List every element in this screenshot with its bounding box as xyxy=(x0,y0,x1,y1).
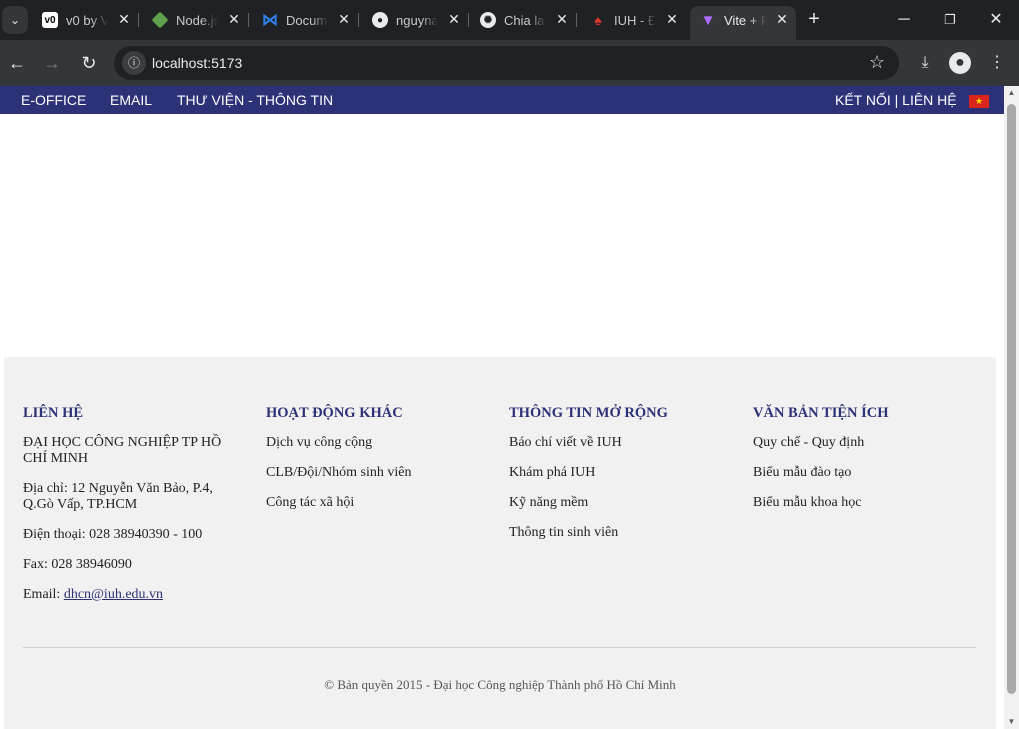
footer-heading: VĂN BẢN TIỆN ÍCH xyxy=(753,405,889,421)
reload-button[interactable]: ↻ xyxy=(77,51,101,75)
new-tab-button[interactable]: + xyxy=(802,8,826,32)
tab-divider xyxy=(358,13,359,27)
site-footer: LIÊN HỆ ĐẠI HỌC CÔNG NGHIỆP TP HỒ CHÍ MI… xyxy=(4,357,996,729)
close-icon[interactable]: ✕ xyxy=(336,11,352,27)
nodejs-icon xyxy=(151,11,169,29)
close-icon[interactable]: ✕ xyxy=(116,11,132,27)
footer-link[interactable]: Báo chí viết về IUH xyxy=(509,435,729,451)
browser-tab[interactable]: ⋈ Documentation ✕ xyxy=(252,6,359,34)
footer-link[interactable]: Công tác xã hội xyxy=(266,495,486,511)
scrollbar-thumb[interactable] xyxy=(1007,104,1016,694)
footer-heading: LIÊN HỆ xyxy=(23,405,84,421)
vertical-scrollbar[interactable]: ▲ ▼ xyxy=(1004,86,1019,729)
back-button[interactable]: ← xyxy=(5,51,29,75)
tab-divider xyxy=(576,13,577,27)
email-link[interactable]: dhcn@iuh.edu.vn xyxy=(64,587,163,602)
tab-title: Chia layout xyxy=(504,13,546,28)
close-icon[interactable]: ✕ xyxy=(226,11,242,27)
browser-tab-strip: ⌄ v0 v0 by Vercel ✕ Node.js ✕ ⋈ Document… xyxy=(0,0,1019,40)
browser-tab[interactable]: ♠ IUH - Đại học ✕ xyxy=(580,6,686,34)
download-icon[interactable]: ⤓ xyxy=(913,51,937,75)
browser-toolbar: ← → ↻ ⓘ localhost:5173 ☆ ⤓ ● ⋮ xyxy=(0,40,1019,86)
iuh-icon: ♠ xyxy=(594,12,602,28)
v0-icon: v0 xyxy=(42,12,58,28)
nav-link-email[interactable]: EMAIL xyxy=(110,92,152,108)
browser-tab[interactable]: ✺ Chia layout ✕ xyxy=(470,6,577,34)
page-viewport: E-OFFICE EMAIL THƯ VIỆN - THÔNG TIN KẾT … xyxy=(0,86,1004,729)
url-text[interactable]: localhost:5173 xyxy=(152,55,242,71)
footer-link[interactable]: Khám phá IUH xyxy=(509,465,729,481)
footer-link[interactable]: Biểu mẫu đào tạo xyxy=(753,465,973,481)
chatgpt-icon: ✺ xyxy=(480,12,496,28)
forward-button[interactable]: → xyxy=(40,51,64,75)
tab-title: v0 by Vercel xyxy=(66,13,108,28)
tab-title: Documentation xyxy=(286,13,328,28)
footer-link[interactable]: Quy chế - Quy định xyxy=(753,435,973,451)
email-line: Email: dhcn@iuh.edu.vn xyxy=(23,587,243,603)
fax-text: Fax: 028 38946090 xyxy=(23,557,132,572)
email-label: Email: xyxy=(23,587,64,602)
chevron-down-icon: ⌄ xyxy=(9,13,21,27)
address-text: Địa chỉ: 12 Nguyễn Văn Bảo, P.4, Q.Gò Vấ… xyxy=(23,481,213,512)
footer-column-extended-info: THÔNG TIN MỞ RỘNG Báo chí viết về IUH Kh… xyxy=(509,405,729,555)
github-icon: ● xyxy=(372,12,388,28)
vite-icon: ▼ xyxy=(700,11,716,29)
top-navigation: E-OFFICE EMAIL THƯ VIỆN - THÔNG TIN KẾT … xyxy=(0,86,1004,114)
tab-divider xyxy=(248,13,249,27)
footer-link[interactable]: Dịch vụ công cộng xyxy=(266,435,486,451)
tab-divider xyxy=(138,13,139,27)
footer-link[interactable]: Biểu mẫu khoa học xyxy=(753,495,973,511)
footer-link[interactable]: Kỹ năng mềm xyxy=(509,495,729,511)
minimize-button[interactable]: ─ xyxy=(889,8,919,32)
tab-title: Vite + React xyxy=(724,13,766,28)
bookmark-star-icon[interactable]: ☆ xyxy=(869,52,885,73)
footer-heading: THÔNG TIN MỞ RỘNG xyxy=(509,405,668,421)
university-name: ĐẠI HỌC CÔNG NGHIỆP TP HỒ CHÍ MINH xyxy=(23,435,222,466)
close-icon[interactable]: ✕ xyxy=(774,11,790,27)
address-bar[interactable]: ⓘ localhost:5173 ☆ xyxy=(114,46,899,80)
browser-tab[interactable]: v0 v0 by Vercel ✕ xyxy=(32,6,139,34)
vscode-icon: ⋈ xyxy=(262,12,278,29)
nav-link-library[interactable]: THƯ VIỆN - THÔNG TIN xyxy=(177,92,333,108)
tab-search-button[interactable]: ⌄ xyxy=(2,6,28,34)
phone-text: Điện thoại: 028 38940390 - 100 xyxy=(23,527,203,542)
tab-title: nguyna xyxy=(396,13,438,28)
close-icon[interactable]: ✕ xyxy=(664,11,680,27)
close-icon[interactable]: ✕ xyxy=(446,11,462,27)
close-icon[interactable]: ✕ xyxy=(554,11,570,27)
vietnam-flag-icon[interactable]: ★ xyxy=(969,95,989,108)
scroll-up-arrow-icon[interactable]: ▲ xyxy=(1004,86,1019,100)
footer-link[interactable]: Thông tin sinh viên xyxy=(509,525,729,541)
tab-title: Node.js xyxy=(176,13,218,28)
kebab-menu-icon[interactable]: ⋮ xyxy=(985,51,1009,75)
nav-link-connect-contact[interactable]: KẾT NỐI | LIÊN HỆ xyxy=(835,92,957,108)
tab-divider xyxy=(468,13,469,27)
window-close-button[interactable]: ✕ xyxy=(981,8,1011,32)
copyright-text: © Bản quyền 2015 - Đại học Công nghiệp T… xyxy=(324,677,676,692)
footer-column-activities: HOẠT ĐỘNG KHÁC Dịch vụ công cộng CLB/Đội… xyxy=(266,405,486,525)
footer-column-documents: VĂN BẢN TIỆN ÍCH Quy chế - Quy định Biểu… xyxy=(753,405,973,525)
restore-button[interactable]: ❐ xyxy=(935,8,965,32)
site-info-icon[interactable]: ⓘ xyxy=(122,51,146,75)
browser-tab[interactable]: ● nguyna ✕ xyxy=(362,6,469,34)
profile-avatar[interactable]: ● xyxy=(949,52,971,74)
footer-divider xyxy=(23,647,976,648)
footer-link[interactable]: CLB/Đội/Nhóm sinh viên xyxy=(266,465,486,481)
footer-column-contact: LIÊN HỆ ĐẠI HỌC CÔNG NGHIỆP TP HỒ CHÍ MI… xyxy=(23,405,243,617)
nav-link-eoffice[interactable]: E-OFFICE xyxy=(21,92,86,108)
browser-tab-active[interactable]: ▼ Vite + React ✕ xyxy=(690,6,796,40)
tab-title: IUH - Đại học xyxy=(614,13,656,28)
scroll-down-arrow-icon[interactable]: ▼ xyxy=(1004,715,1019,729)
footer-heading: HOẠT ĐỘNG KHÁC xyxy=(266,405,403,421)
browser-tab[interactable]: Node.js ✕ xyxy=(142,6,249,34)
